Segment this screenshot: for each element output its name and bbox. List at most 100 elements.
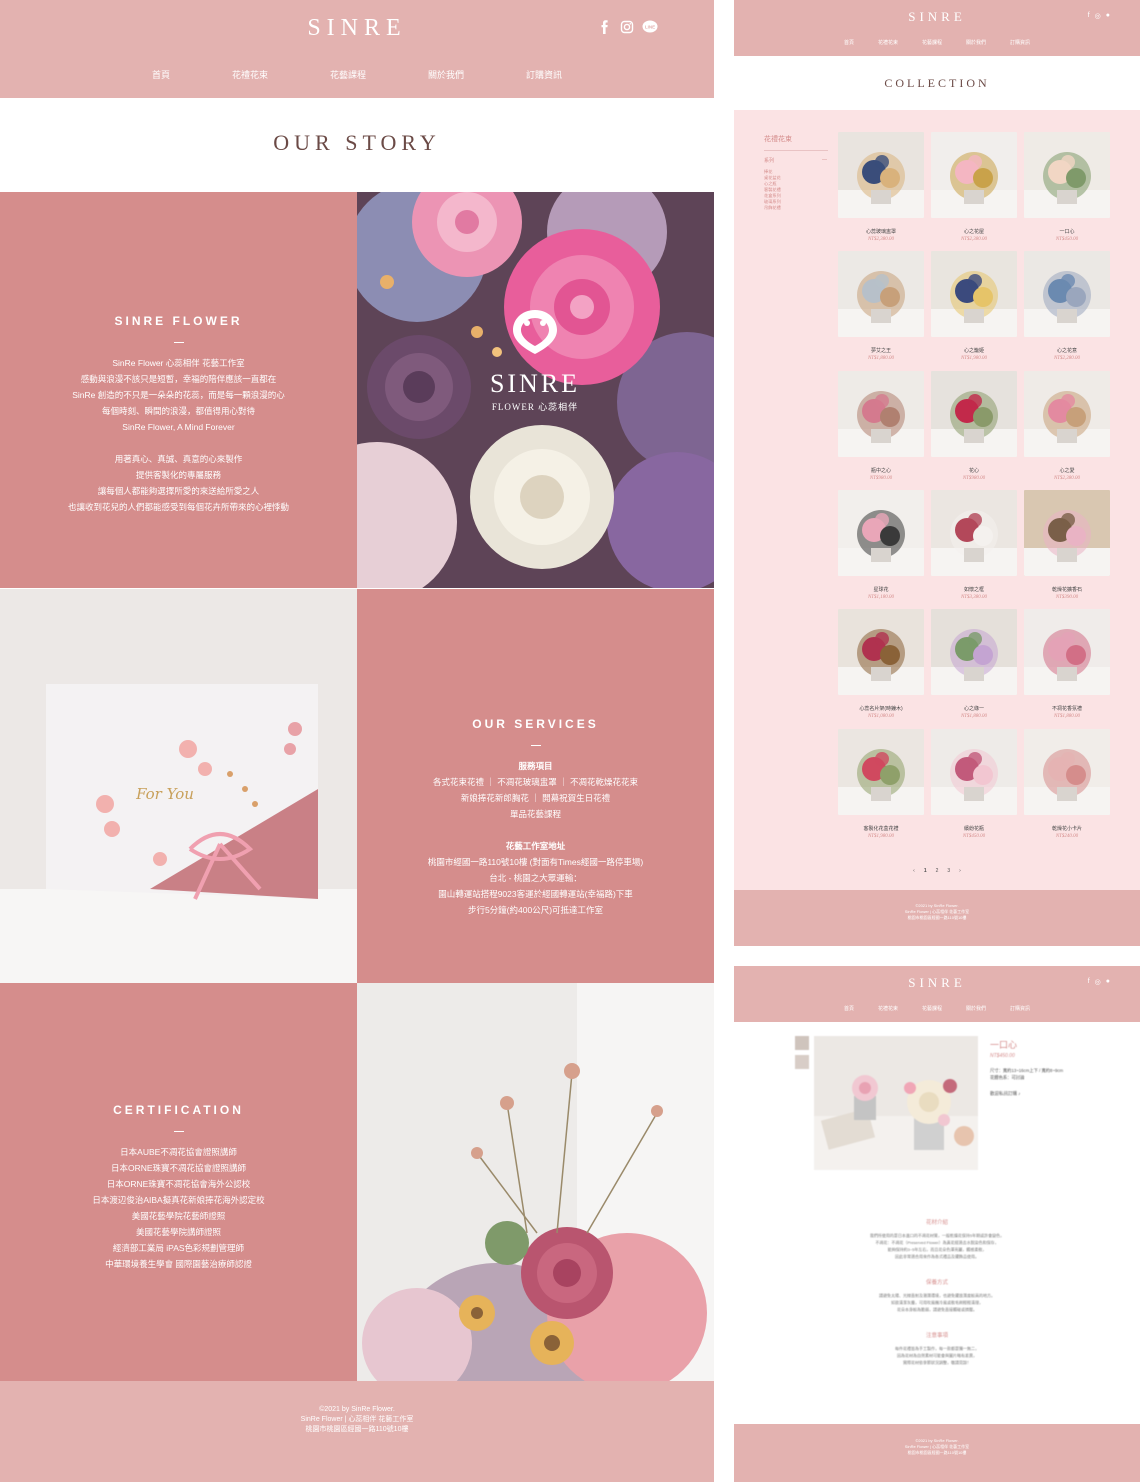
product-name: 一口心 [990, 1040, 1018, 1050]
thumbnail-2[interactable] [795, 1055, 809, 1069]
instagram-icon[interactable] [620, 20, 634, 34]
instagram-icon[interactable]: ◎ [1095, 12, 1101, 20]
nav-bouquets[interactable]: 花禮花束 [878, 39, 898, 46]
collapse-icon[interactable]: — [822, 157, 827, 163]
nav-about[interactable]: 關於我們 [966, 1005, 986, 1012]
product-image[interactable] [1024, 490, 1110, 576]
product-card[interactable]: 星球花 NT$1,180.00 [838, 490, 924, 604]
product-card[interactable]: 花心 NT$980.00 [931, 371, 1017, 485]
sidebar-item[interactable]: 吊飾花禮 [764, 205, 781, 211]
product-card[interactable]: 瓶中之心 NT$980.00 [838, 371, 924, 485]
nav-home[interactable]: 首頁 [152, 68, 170, 81]
product-name[interactable]: 心之花屋 [931, 228, 1017, 235]
product-image[interactable] [931, 490, 1017, 576]
sidebar-category[interactable]: 花禮花束 [764, 134, 792, 144]
site-logo[interactable]: SINRE [734, 9, 1140, 25]
product-card[interactable]: 乾燥花擴香石 NT$390.00 [1024, 490, 1110, 604]
shop-area: 花禮花束 系列 — 捧花 桌花盆花 心之瓶 客製花禮 花盒系列 玻璃系列 吊飾花禮 心蕊玻璃… [734, 110, 1140, 890]
nav-order-info[interactable]: 訂購資訊 [526, 68, 562, 81]
thumbnail-1[interactable] [795, 1036, 809, 1050]
facebook-icon[interactable]: f [1088, 978, 1090, 986]
product-card[interactable]: 客製化花盒花禮 NT$1,980.00 [838, 729, 924, 843]
next-page-icon[interactable]: › [959, 868, 961, 874]
product-image[interactable] [838, 490, 924, 576]
product-image[interactable] [931, 729, 1017, 815]
product-card[interactable]: 如懷之框 NT$3,380.00 [931, 490, 1017, 604]
product-name[interactable]: 夢艾之王 [838, 347, 924, 354]
product-name[interactable]: 星球花 [838, 586, 924, 593]
product-image[interactable] [1024, 609, 1110, 695]
product-card[interactable]: 心之花意 NT$2,280.00 [1024, 251, 1110, 365]
nav-courses[interactable]: 花藝課程 [330, 68, 366, 81]
nav-order-info[interactable]: 訂購資訊 [1010, 39, 1030, 46]
product-image[interactable] [931, 132, 1017, 218]
product-image[interactable] [1024, 729, 1110, 815]
nav-order-info[interactable]: 訂購資訊 [1010, 1005, 1030, 1012]
product-image[interactable] [931, 609, 1017, 695]
prev-page-icon[interactable]: ‹ [913, 868, 915, 874]
product-name[interactable]: 乾燥花小卡片 [1024, 825, 1110, 832]
nav-home[interactable]: 首頁 [844, 1005, 854, 1012]
product-name[interactable]: 花心 [931, 467, 1017, 474]
nav-courses[interactable]: 花藝課程 [922, 39, 942, 46]
product-card[interactable]: 乾燥花小卡片 NT$240.00 [1024, 729, 1110, 843]
product-image[interactable] [931, 371, 1017, 457]
product-name[interactable]: 客製化花盒花禮 [838, 825, 924, 832]
nav-home[interactable]: 首頁 [844, 39, 854, 46]
product-name[interactable]: 乾燥花擴香石 [1024, 586, 1110, 593]
product-image[interactable] [838, 609, 924, 695]
product-image[interactable] [838, 251, 924, 337]
page-number[interactable]: 1 [924, 868, 927, 874]
product-name[interactable]: 心之花意 [1024, 347, 1110, 354]
product-card[interactable]: 夢艾之王 NT$1,880.00 [838, 251, 924, 365]
product-image[interactable] [838, 132, 924, 218]
facebook-icon[interactable] [598, 20, 612, 34]
nav-bouquets[interactable]: 花禮花束 [878, 1005, 898, 1012]
site-logo[interactable]: SINRE [734, 975, 1140, 991]
product-name[interactable]: 瓶中之心 [838, 467, 924, 474]
product-image[interactable] [1024, 132, 1110, 218]
product-image[interactable] [838, 729, 924, 815]
product-card[interactable]: 心蕊玻璃盅罩 NT$2,380.00 [838, 132, 924, 246]
detail-section-title: 注意事項 [925, 1333, 948, 1339]
product-name[interactable]: 心之綠一 [931, 705, 1017, 712]
detail-section-line: 因為花材為自然素材可能會與圖片略有差異， [897, 1353, 977, 1358]
product-card[interactable]: 一口心 NT$450.00 [1024, 132, 1110, 246]
nav-about[interactable]: 關於我們 [428, 68, 464, 81]
product-name[interactable]: 心之籠姫 [931, 347, 1017, 354]
product-name[interactable]: 如懷之框 [931, 586, 1017, 593]
product-card[interactable]: 心之綠一 NT$1,880.00 [931, 609, 1017, 723]
divider [530, 745, 541, 746]
instagram-icon[interactable]: ◎ [1095, 978, 1101, 986]
product-image[interactable] [838, 371, 924, 457]
nav-courses[interactable]: 花藝課程 [922, 1005, 942, 1012]
detail-section-line: 我們所使用的是日本進口的不凋花材質，一般乾燥花保持5年期或許會變色， [869, 1233, 1005, 1238]
product-image[interactable] [931, 251, 1017, 337]
product-card[interactable]: 心蕊名片架(時鐘木) NT$1,080.00 [838, 609, 924, 723]
flower-line: SinRe 創造的不只是一朵朵的花蕊，而是每一顆浪漫的心 [72, 390, 285, 400]
product-name[interactable]: 繽紛花瓶 [931, 825, 1017, 832]
product-card[interactable]: 心之愛 NT$2,380.00 [1024, 371, 1110, 485]
order-note[interactable]: 歡迎私訊訂購 ♪ [990, 1091, 1021, 1097]
product-image[interactable] [1024, 371, 1110, 457]
product-name[interactable]: 不凋花香氛禮 [1024, 705, 1110, 712]
page-number[interactable]: 3 [947, 868, 950, 874]
product-name[interactable]: 心之愛 [1024, 467, 1110, 474]
line-icon[interactable]: ● [1106, 12, 1110, 20]
sidebar-group[interactable]: 系列 [764, 157, 774, 164]
product-name[interactable]: 心蕊玻璃盅罩 [838, 228, 924, 235]
product-card[interactable]: 心之籠姫 NT$1,980.00 [931, 251, 1017, 365]
facebook-icon[interactable]: f [1088, 12, 1090, 20]
line-icon[interactable]: ● [1106, 978, 1110, 986]
product-card[interactable]: 不凋花香氛禮 NT$1,880.00 [1024, 609, 1110, 723]
product-name[interactable]: 一口心 [1024, 228, 1110, 235]
product-name[interactable]: 心蕊名片架(時鐘木) [838, 705, 924, 712]
product-image[interactable] [1024, 251, 1110, 337]
page-number[interactable]: 2 [936, 868, 939, 874]
product-card[interactable]: 繽紛花瓶 NT$450.00 [931, 729, 1017, 843]
product-card[interactable]: 心之花屋 NT$2,380.00 [931, 132, 1017, 246]
nav-bouquets[interactable]: 花禮花束 [232, 68, 268, 81]
line-icon[interactable]: LINE [642, 20, 658, 34]
nav-about[interactable]: 關於我們 [966, 39, 986, 46]
certification-text: 日本AUBE不凋花協會證照講師 日本ORNE珠寶不凋花協會證照講師 日本ORNE珠寶… [0, 1144, 357, 1272]
